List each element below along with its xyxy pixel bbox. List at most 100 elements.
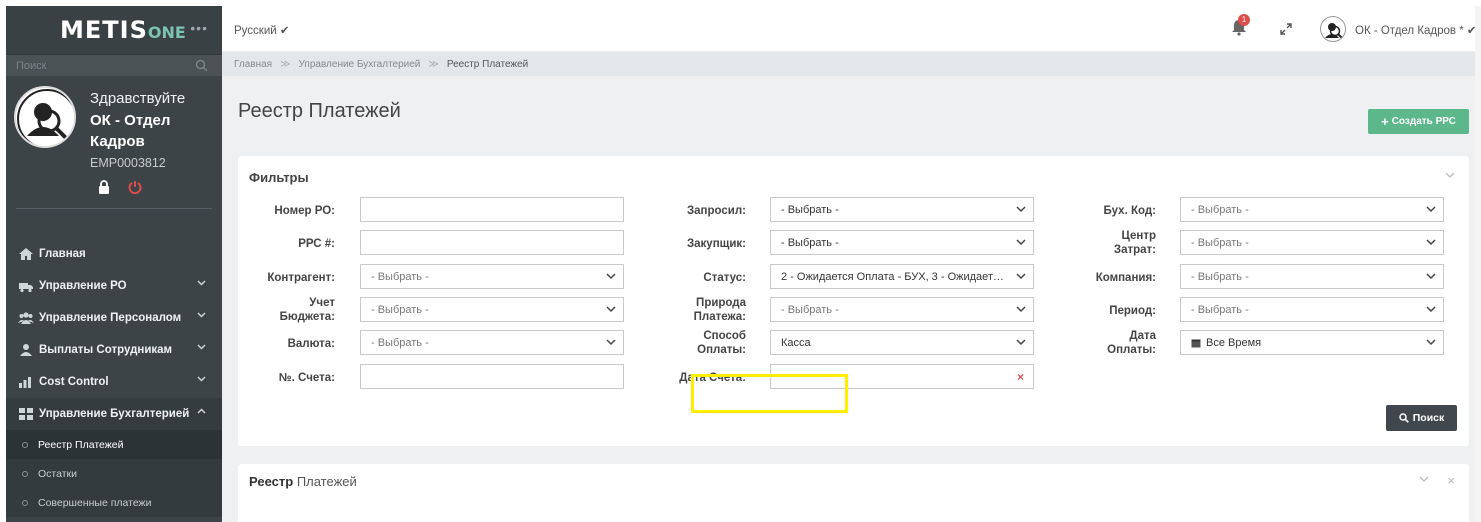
user-avatar-icon — [1325, 23, 1344, 40]
clear-icon[interactable]: × — [1017, 370, 1024, 384]
search-button[interactable]: Поиск — [1386, 405, 1457, 431]
sidebar-item-personnel[interactable]: Управление Персоналом — [6, 302, 222, 334]
brand-logo[interactable]: METISONE — [60, 16, 186, 44]
fullscreen-icon[interactable] — [1280, 23, 1292, 35]
circle-icon — [22, 441, 28, 448]
payment-method-select[interactable]: Касса — [770, 330, 1034, 355]
registry-title: Реестр Платежей — [249, 474, 357, 489]
page-scrollbar[interactable] — [1475, 6, 1481, 522]
collapse-chevron-icon[interactable] — [1419, 476, 1429, 482]
invoice-number-input[interactable] — [360, 364, 624, 389]
company-label: Компания: — [1095, 272, 1156, 284]
budget-select[interactable]: - Выбрать - — [360, 297, 624, 322]
payment-nature-label: Природа Платежа: — [656, 296, 746, 324]
sidebar-item-label: Управление РО — [39, 280, 127, 292]
brand-name: METIS — [60, 16, 148, 44]
sidebar-subitem-completed-payments[interactable]: Совершенные платежи — [6, 488, 222, 517]
more-menu-icon[interactable]: ••• — [190, 20, 208, 36]
brand-suffix: ONE — [147, 23, 186, 42]
payment-nature-select[interactable]: - Выбрать - — [770, 297, 1034, 322]
truck-icon — [19, 283, 33, 293]
sidebar-search[interactable]: Поиск — [6, 54, 222, 76]
sidebar-item-accounting[interactable]: Управление Бухгалтерией — [6, 398, 222, 430]
calendar-icon — [1191, 339, 1201, 347]
sidebar-item-home[interactable]: Главная — [6, 238, 222, 270]
pps-number-input[interactable] — [360, 230, 624, 255]
sidebar-subitem-balances[interactable]: Остатки — [6, 459, 222, 488]
collapse-chevron-icon[interactable] — [1445, 172, 1455, 178]
close-icon[interactable]: × — [1447, 473, 1455, 488]
status-value: 2 - Ожидается Оплата - БУХ, 3 - Ожидаетс… — [781, 270, 1009, 283]
grid-icon — [19, 408, 33, 420]
sidebar-item-po[interactable]: Управление РО — [6, 270, 222, 302]
buyer-value: - Выбрать - — [781, 236, 839, 249]
avatar — [14, 86, 76, 148]
status-select[interactable]: 2 - Ожидается Оплата - БУХ, 3 - Ожидаетс… — [770, 264, 1034, 289]
chevron-down-icon — [1016, 206, 1026, 213]
sidebar-item-cost-control[interactable]: Cost Control — [6, 366, 222, 398]
payment-method-highlight — [691, 374, 848, 413]
acc-code-value: - Выбрать - — [1191, 203, 1249, 216]
payment-date-line1: Дата — [1129, 330, 1156, 342]
po-number-input[interactable] — [360, 197, 624, 222]
buyer-select[interactable]: - Выбрать - — [770, 230, 1034, 255]
search-button-label: Поиск — [1412, 412, 1445, 424]
payment-date-select[interactable]: Все Время — [1180, 330, 1444, 355]
page-title: Реестр Платежей — [238, 100, 401, 122]
acc-code-label: Бух. Код: — [1103, 205, 1156, 217]
currency-value: - Выбрать - — [371, 336, 429, 349]
cost-center-line1: Центр — [1121, 230, 1156, 242]
check-icon: ✔ — [279, 25, 290, 37]
period-label: Период: — [1109, 305, 1156, 317]
circle-icon — [22, 470, 28, 477]
counterparty-select[interactable]: - Выбрать - — [360, 264, 624, 289]
chevron-down-icon — [197, 344, 206, 350]
top-user-menu[interactable]: ОК - Отдел Кадров * ✔ — [1355, 23, 1477, 37]
search-input[interactable]: Поиск — [16, 60, 46, 72]
sidebar-item-payouts[interactable]: Выплаты Сотрудникам — [6, 334, 222, 366]
payment-date-label: Дата Оплаты: — [1066, 329, 1156, 357]
payment-nature-value: - Выбрать - — [781, 303, 839, 316]
chevron-down-icon — [197, 312, 206, 318]
search-icon — [195, 59, 208, 72]
sidebar-item-label: Выплаты Сотрудникам — [39, 344, 173, 356]
top-user-avatar[interactable] — [1320, 16, 1346, 42]
cost-center-label: Центр Затрат: — [1066, 229, 1156, 257]
language-selector[interactable]: Русский ✔ — [234, 23, 290, 37]
registry-panel: Реестр Платежей × — [238, 464, 1469, 522]
language-label: Русский — [234, 25, 277, 37]
search-icon — [1398, 413, 1409, 423]
power-icon[interactable] — [128, 180, 142, 194]
po-number-label: Номер РО: — [274, 205, 335, 217]
breadcrumb-separator-icon: ≫ — [428, 58, 439, 70]
status-label: Статус: — [703, 272, 746, 284]
requested-select[interactable]: - Выбрать - — [770, 197, 1034, 222]
chevron-down-icon — [1016, 339, 1026, 346]
home-icon — [19, 248, 33, 260]
breadcrumb-home[interactable]: Главная — [234, 59, 272, 70]
payment-nature-line1: Природа — [696, 297, 746, 309]
requested-label: Запросил: — [686, 205, 746, 217]
chevron-down-icon — [1426, 206, 1436, 213]
cost-center-value: - Выбрать - — [1191, 236, 1249, 249]
company-select[interactable]: - Выбрать - — [1180, 264, 1444, 289]
acc-code-select[interactable]: - Выбрать - — [1180, 197, 1444, 222]
payment-method-value: Касса — [781, 336, 811, 349]
invoice-number-label: №. Счета: — [278, 372, 335, 384]
cost-center-select[interactable]: - Выбрать - — [1180, 230, 1444, 255]
currency-label: Валюта: — [287, 338, 335, 350]
sidebar-subitem-payment-registry[interactable]: Реестр Платежей — [6, 430, 222, 459]
lock-icon[interactable] — [98, 180, 110, 194]
chevron-down-icon — [197, 280, 206, 286]
create-pps-button[interactable]: + Создать РРС — [1368, 109, 1469, 134]
chevron-down-icon — [606, 306, 616, 313]
bar-chart-icon — [19, 377, 31, 388]
user-icon — [20, 344, 32, 356]
chevron-down-icon — [1426, 273, 1436, 280]
app-root: METISONE ••• Поиск Здравствуйте ОК - Отд… — [0, 0, 1481, 522]
chevron-down-icon — [1016, 273, 1026, 280]
chevron-down-icon — [1426, 239, 1436, 246]
period-select[interactable]: - Выбрать - — [1180, 297, 1444, 322]
breadcrumb-section[interactable]: Управление Бухгалтерией — [299, 59, 421, 70]
currency-select[interactable]: - Выбрать - — [360, 330, 624, 355]
